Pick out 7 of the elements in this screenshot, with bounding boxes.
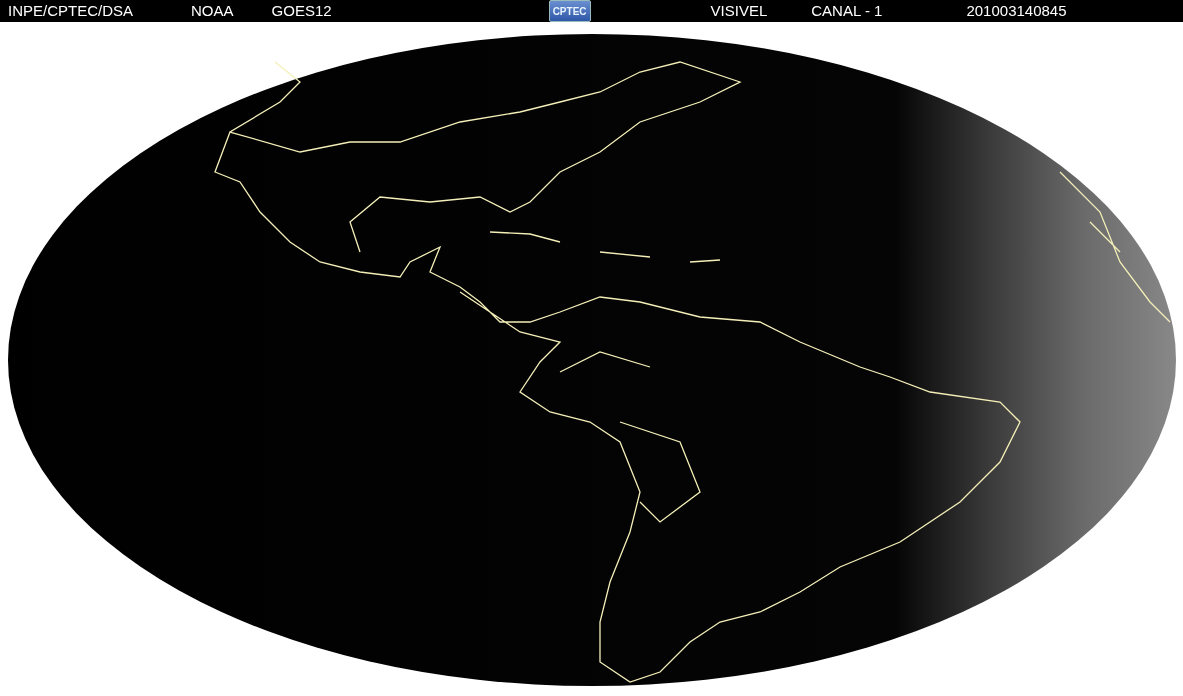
- header-label: VISIVEL: [710, 1, 768, 21]
- logo: CPTEC: [548, 0, 591, 22]
- header-label: NOAA: [191, 1, 234, 21]
- header-label: 201003140845: [966, 1, 1067, 21]
- header-label: GOES12: [271, 1, 332, 21]
- header-label: INPE/CPTEC/DSA: [8, 1, 134, 21]
- header-label: CANAL - 1: [811, 1, 883, 21]
